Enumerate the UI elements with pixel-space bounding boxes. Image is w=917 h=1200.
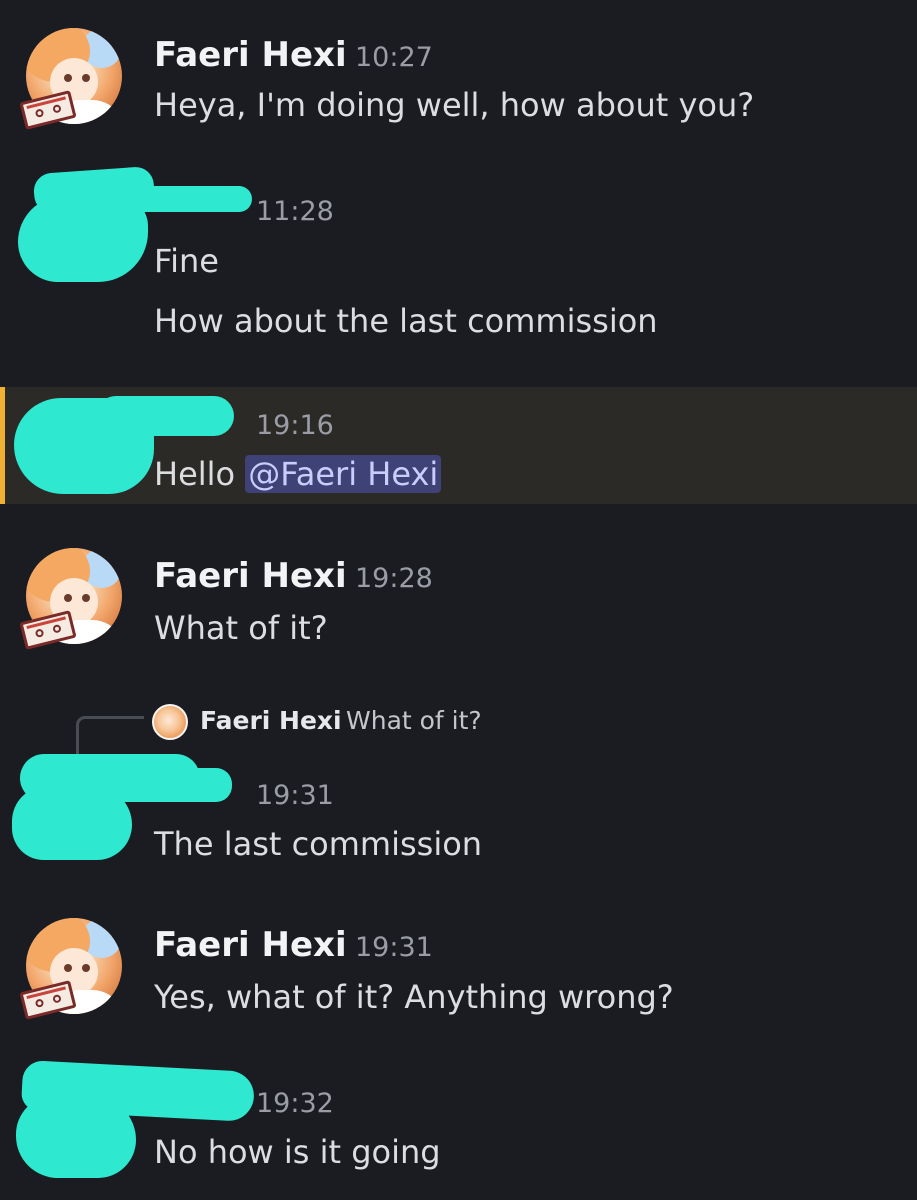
message-timestamp: 19:28 — [355, 563, 433, 594]
message-content: The last commission — [154, 825, 483, 863]
message-timestamp: 11:28 — [256, 196, 334, 227]
message-timestamp: 10:27 — [355, 42, 433, 73]
reply-avatar[interactable] — [152, 704, 188, 740]
user-avatar[interactable] — [19, 918, 126, 1022]
user-mention[interactable]: @Faeri Hexi — [245, 455, 442, 493]
mention-highlight-bar — [0, 387, 5, 504]
redaction-mark — [150, 768, 232, 802]
message-timestamp: 19:31 — [256, 780, 334, 811]
reply-preview[interactable]: What of it? — [346, 706, 482, 735]
user-avatar[interactable] — [19, 548, 126, 652]
message-content: Fine — [154, 242, 219, 280]
message-timestamp: 19:31 — [355, 932, 433, 963]
message-content: Yes, what of it? Anything wrong? — [154, 978, 674, 1016]
message-text: Hello — [154, 455, 246, 493]
redaction-mark — [16, 1096, 136, 1178]
message-author[interactable]: Faeri Hexi — [154, 556, 347, 596]
message-author[interactable]: Faeri Hexi — [154, 925, 347, 965]
message-content: Hello @Faeri Hexi — [154, 455, 442, 493]
user-avatar[interactable] — [19, 28, 126, 132]
redaction-mark — [18, 196, 148, 282]
redaction-mark — [12, 786, 132, 860]
reply-connector — [76, 716, 144, 756]
message-content: Heya, I'm doing well, how about you? — [154, 86, 755, 124]
message-content: No how is it going — [154, 1133, 441, 1171]
message-timestamp: 19:16 — [256, 410, 334, 441]
message-timestamp: 19:32 — [256, 1088, 334, 1119]
redaction-mark — [96, 396, 234, 436]
reply-author[interactable]: Faeri Hexi — [200, 706, 342, 735]
message-content: How about the last commission — [154, 302, 658, 340]
message-author[interactable]: Faeri Hexi — [154, 35, 347, 75]
message-content: What of it? — [154, 609, 328, 647]
